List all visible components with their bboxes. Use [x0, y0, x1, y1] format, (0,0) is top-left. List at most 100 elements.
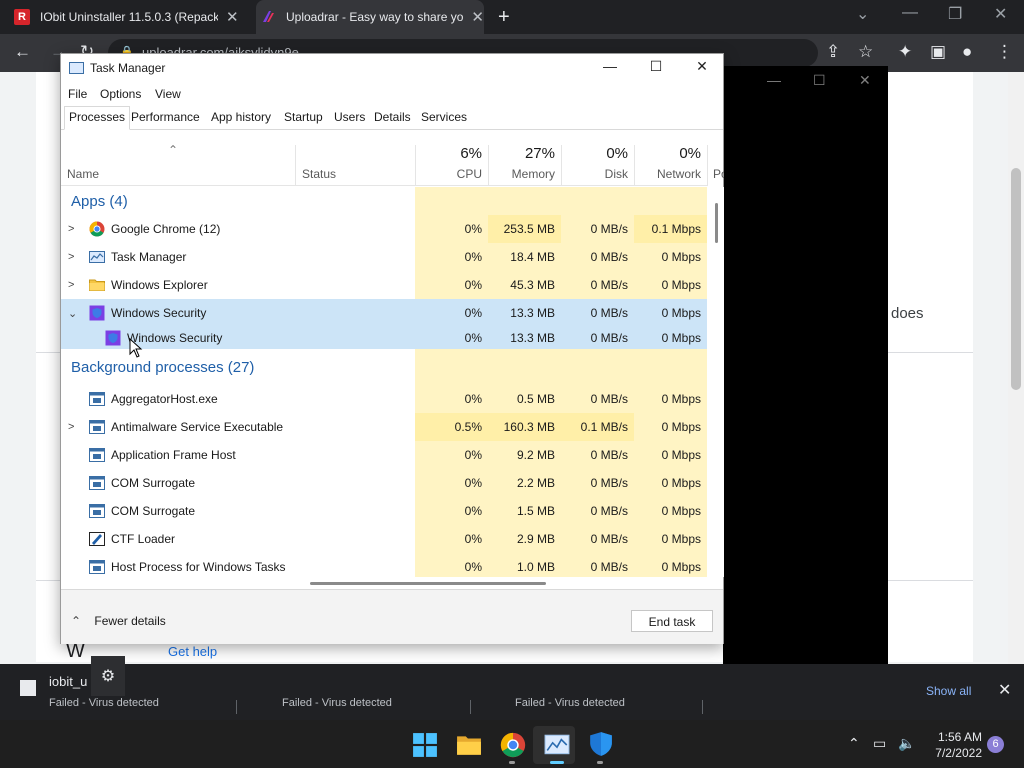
tab-startup[interactable]: Startup	[281, 110, 326, 124]
process-row[interactable]: Application Frame Host 0% 9.2 MB 0 MB/s 0 Mb…	[61, 441, 707, 469]
tab-services[interactable]: Services	[418, 110, 470, 124]
tab-app-history[interactable]: App history	[208, 110, 274, 124]
download-status: Failed - Virus detected	[49, 697, 159, 709]
browser-tab-uploadrar[interactable]: Uploadrar - Easy way to share yo ✕	[256, 0, 484, 34]
process-row-selected[interactable]: ⌄ Windows Security 0% 13.3 MB 0 MB/s 0 M…	[61, 299, 707, 327]
cell-empty	[415, 349, 488, 385]
bookmark-star-icon[interactable]: ☆	[858, 42, 873, 62]
process-row[interactable]: > Task Manager 0% 18.4 MB 0 MB/s 0 Mbps	[61, 243, 707, 271]
clock-time: 1:56 AM	[937, 730, 982, 744]
scrollbar-thumb[interactable]	[715, 203, 718, 243]
cpu-cell: 0%	[415, 299, 488, 327]
start-windows-icon[interactable]	[412, 732, 438, 758]
close-icon[interactable]: ✕	[859, 72, 871, 89]
windows-security-taskbar-icon[interactable]	[588, 731, 614, 757]
menu-options[interactable]: Options	[100, 87, 141, 101]
file-explorer-icon[interactable]	[456, 732, 482, 758]
process-row[interactable]: > Antimalware Service Executable 0.5% 160.3…	[61, 413, 707, 441]
browser-tab-iobit[interactable]: R IObit Uninstaller 11.5.0.3 (Repack ✕	[14, 0, 254, 34]
disk-cell: 0 MB/s	[561, 469, 634, 497]
column-header-name[interactable]: ⌃ Name	[61, 143, 295, 186]
close-window-icon[interactable]: ✕	[994, 4, 1007, 24]
menu-kebab-icon[interactable]: ⋮	[996, 42, 1013, 62]
menu-view[interactable]: View	[155, 87, 181, 101]
process-row[interactable]: > Google Chrome (12) 0% 253.5 MB 0 MB/s …	[61, 215, 707, 243]
gear-icon[interactable]: ⚙	[91, 656, 125, 696]
column-header-power[interactable]: Po	[707, 145, 724, 186]
fewer-details-button[interactable]: ⌃ Fewer details	[71, 614, 166, 628]
disk-cell: 0 MB/s	[561, 441, 634, 469]
column-header-status[interactable]: Status	[295, 145, 415, 186]
group-header-background[interactable]: Background processes (27)	[61, 349, 707, 385]
tab-search-icon[interactable]: ⌄	[856, 4, 869, 24]
iobit-favicon-icon: R	[14, 9, 30, 25]
process-row[interactable]: Host Process for Windows Tasks 0% 1.0 MB 0 …	[61, 553, 707, 577]
process-row[interactable]: CTF Loader 0% 2.9 MB 0 MB/s 0 Mbps	[61, 525, 707, 553]
system-process-icon	[89, 392, 105, 406]
process-row[interactable]: > Windows Explorer 0% 45.3 MB 0 MB/s 0 M…	[61, 271, 707, 299]
group-title: Apps (4)	[71, 192, 128, 210]
network-cell: 0.1 Mbps	[634, 215, 707, 243]
extensions-icon[interactable]: ✦	[898, 42, 912, 62]
vertical-scrollbar[interactable]	[707, 187, 724, 577]
process-row-child[interactable]: Windows Security 0% 13.3 MB 0 MB/s 0 Mbp…	[61, 327, 707, 349]
process-row[interactable]: COM Surrogate 0% 2.2 MB 0 MB/s 0 Mbps	[61, 469, 707, 497]
notification-badge[interactable]: 6	[987, 736, 1004, 753]
tab-details[interactable]: Details	[371, 110, 414, 124]
share-icon[interactable]: ⇪	[826, 42, 840, 62]
side-panel-icon[interactable]: ▣	[930, 42, 946, 62]
chrome-taskbar-icon[interactable]	[500, 732, 526, 758]
disk-cell: 0 MB/s	[561, 299, 634, 327]
new-tab-icon[interactable]: +	[498, 6, 510, 29]
minimize-icon[interactable]: —	[767, 72, 781, 88]
page-scrollbar[interactable]	[1008, 72, 1024, 664]
column-label: Disk	[604, 167, 628, 181]
network-icon[interactable]: ▭	[873, 735, 886, 752]
task-manager-icon	[89, 251, 105, 263]
close-downloads-icon[interactable]: ✕	[998, 680, 1011, 700]
close-tab-icon[interactable]: ✕	[226, 8, 239, 26]
tab-processes[interactable]: Processes	[64, 106, 131, 130]
minimize-icon[interactable]: —	[902, 4, 918, 22]
title-bar[interactable]: Task Manager — ☐ ✕	[61, 54, 723, 84]
show-all-button[interactable]: Show all	[926, 684, 971, 698]
horizontal-scrollbar[interactable]	[61, 577, 707, 589]
get-help-link[interactable]: Get help	[168, 644, 217, 659]
profile-icon[interactable]: ●	[962, 42, 972, 62]
clock[interactable]: 1:56 AM 7/2/2022	[926, 729, 982, 761]
expand-chevron-icon[interactable]: >	[68, 215, 74, 243]
column-header-memory[interactable]: 27% Memory	[488, 145, 561, 186]
restore-icon[interactable]: ❐	[948, 4, 962, 24]
column-header-cpu[interactable]: 6% CPU	[415, 145, 488, 186]
network-cell: 0 Mbps	[634, 299, 707, 327]
maximize-icon[interactable]: ☐	[641, 58, 671, 75]
background-window: — ☐ ✕	[723, 66, 888, 697]
expand-chevron-icon[interactable]: >	[68, 243, 74, 271]
footer-bar: ⌃ Fewer details End task	[61, 589, 723, 644]
tab-performance[interactable]: Performance	[128, 110, 203, 124]
column-header-disk[interactable]: 0% Disk	[561, 145, 634, 186]
disk-cell: 0.1 MB/s	[561, 413, 634, 441]
download-filename[interactable]: iobit_u	[49, 674, 87, 689]
task-manager-taskbar-icon[interactable]	[544, 732, 570, 758]
close-tab-icon[interactable]: ✕	[471, 8, 484, 26]
close-icon[interactable]: ✕	[687, 58, 717, 75]
expand-chevron-icon[interactable]: >	[68, 271, 74, 299]
show-hidden-icons-icon[interactable]: ⌃	[848, 735, 860, 752]
process-row[interactable]: AggregatorHost.exe 0% 0.5 MB 0 MB/s 0 Mbps	[61, 385, 707, 413]
menu-file[interactable]: File	[68, 87, 87, 101]
expand-chevron-icon[interactable]: >	[68, 413, 74, 441]
group-header-apps[interactable]: Apps (4)	[61, 187, 707, 215]
process-row[interactable]: COM Surrogate 0% 1.5 MB 0 MB/s 0 Mbps	[61, 497, 707, 525]
column-header-network[interactable]: 0% Network	[634, 145, 707, 186]
tab-users[interactable]: Users	[331, 110, 368, 124]
scrollbar-thumb[interactable]	[310, 582, 546, 585]
collapse-chevron-icon[interactable]: ⌄	[68, 299, 77, 327]
back-icon[interactable]: ←	[14, 42, 31, 62]
end-task-button[interactable]: End task	[631, 610, 713, 632]
volume-icon[interactable]: 🔈	[898, 735, 915, 752]
security-icon	[105, 330, 121, 346]
minimize-icon[interactable]: —	[595, 58, 625, 74]
maximize-icon[interactable]: ☐	[813, 72, 826, 89]
page-scrollbar-thumb[interactable]	[1011, 168, 1021, 390]
